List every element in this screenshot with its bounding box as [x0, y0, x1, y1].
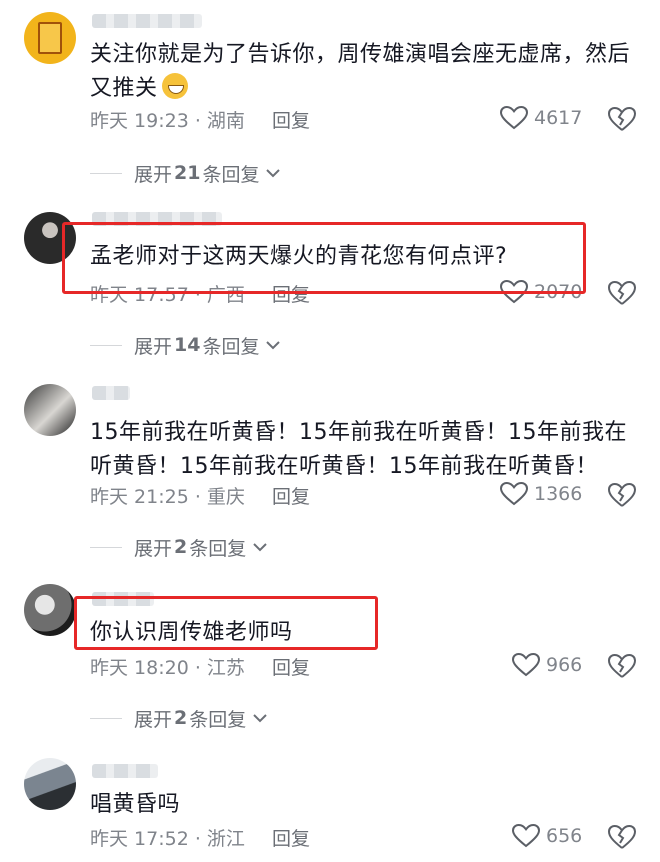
expand-replies-button[interactable]: 展开 2 条回复	[90, 705, 268, 731]
timestamp-location: 昨天 17:52 · 浙江	[90, 828, 245, 850]
comment-item: 唱黄昏吗 昨天 17:52 · 浙江 回复 656	[0, 744, 660, 862]
broken-heart-icon[interactable]	[608, 653, 636, 679]
reply-button[interactable]: 回复	[272, 106, 310, 133]
timestamp-location: 昨天 21:25 · 重庆	[90, 486, 245, 508]
comment-text: 关注你就是为了告诉你，周传雄演唱会座无虚席，然后又推关	[90, 42, 631, 101]
reply-button[interactable]: 回复	[272, 824, 310, 851]
divider-line	[90, 717, 122, 719]
logo-icon	[38, 22, 62, 54]
comment-item: 15年前我在听黄昏！15年前我在听黄昏！15年前我在听黄昏！15年前我在听黄昏！…	[0, 372, 660, 572]
reply-button[interactable]: 回复	[272, 482, 310, 509]
comment-meta: 昨天 19:23 · 湖南 回复 4617	[90, 106, 636, 134]
comment-item: 孟老师对于这两天爆火的青花您有何点评? 昨天 17:57 · 广西 回复 207…	[0, 200, 660, 372]
avatar[interactable]	[24, 12, 76, 64]
highlight-box	[62, 222, 586, 294]
divider-line	[90, 172, 122, 174]
like-count: 966	[546, 654, 583, 676]
expand-replies-button[interactable]: 展开 21 条回复	[90, 160, 281, 186]
comment-meta: 昨天 17:52 · 浙江 回复 656	[90, 824, 636, 852]
reply-button[interactable]: 回复	[272, 653, 310, 680]
avatar[interactable]	[24, 384, 76, 436]
comment-text: 唱黄昏吗	[90, 792, 181, 817]
like-button[interactable]: 1366	[500, 482, 582, 506]
expand-replies-button[interactable]: 展开 14 条回复	[90, 332, 281, 358]
comment-meta: 昨天 21:25 · 重庆 回复 1366	[90, 482, 636, 510]
username-blurred[interactable]	[92, 386, 130, 400]
chevron-down-icon	[266, 169, 281, 178]
broken-heart-icon[interactable]	[608, 482, 636, 508]
avatar[interactable]	[24, 584, 76, 636]
broken-heart-icon[interactable]	[608, 106, 636, 132]
heart-outline-icon	[512, 653, 540, 677]
comment-item: 关注你就是为了告诉你，周传雄演唱会座无虚席，然后又推关 昨天 19:23 · 湖…	[0, 0, 660, 200]
grinning-face-emoji	[161, 73, 188, 99]
username-blurred[interactable]	[92, 14, 202, 28]
divider-line	[90, 546, 122, 548]
chevron-down-icon	[253, 714, 267, 723]
like-count: 4617	[534, 107, 583, 129]
divider-line	[90, 344, 122, 346]
highlight-box	[74, 596, 378, 650]
comment-meta: 昨天 18:20 · 江苏 回复 966	[90, 653, 636, 681]
like-button[interactable]: 4617	[500, 106, 582, 130]
comment-list: 关注你就是为了告诉你，周传雄演唱会座无虚席，然后又推关 昨天 19:23 · 湖…	[0, 0, 660, 862]
like-button[interactable]: 656	[512, 824, 582, 848]
broken-heart-icon[interactable]	[608, 280, 636, 306]
heart-outline-icon	[512, 824, 540, 848]
chevron-down-icon	[266, 341, 281, 350]
like-count: 1366	[534, 483, 583, 505]
comment-item: 你认识周传雄老师吗 昨天 18:20 · 江苏 回复 966 展开 2 条回复	[0, 572, 660, 744]
broken-heart-icon[interactable]	[608, 824, 636, 850]
heart-outline-icon	[500, 482, 528, 506]
heart-outline-icon	[500, 106, 528, 130]
timestamp-location: 昨天 18:20 · 江苏	[90, 657, 245, 679]
like-button[interactable]: 966	[512, 653, 582, 677]
timestamp-location: 昨天 19:23 · 湖南	[90, 110, 245, 132]
like-count: 656	[546, 825, 583, 847]
avatar[interactable]	[24, 758, 76, 810]
comment-text: 15年前我在听黄昏！15年前我在听黄昏！15年前我在听黄昏！15年前我在听黄昏！…	[90, 420, 627, 479]
expand-replies-button[interactable]: 展开 2 条回复	[90, 534, 268, 560]
chevron-down-icon	[253, 543, 267, 552]
username-blurred[interactable]	[92, 764, 158, 778]
